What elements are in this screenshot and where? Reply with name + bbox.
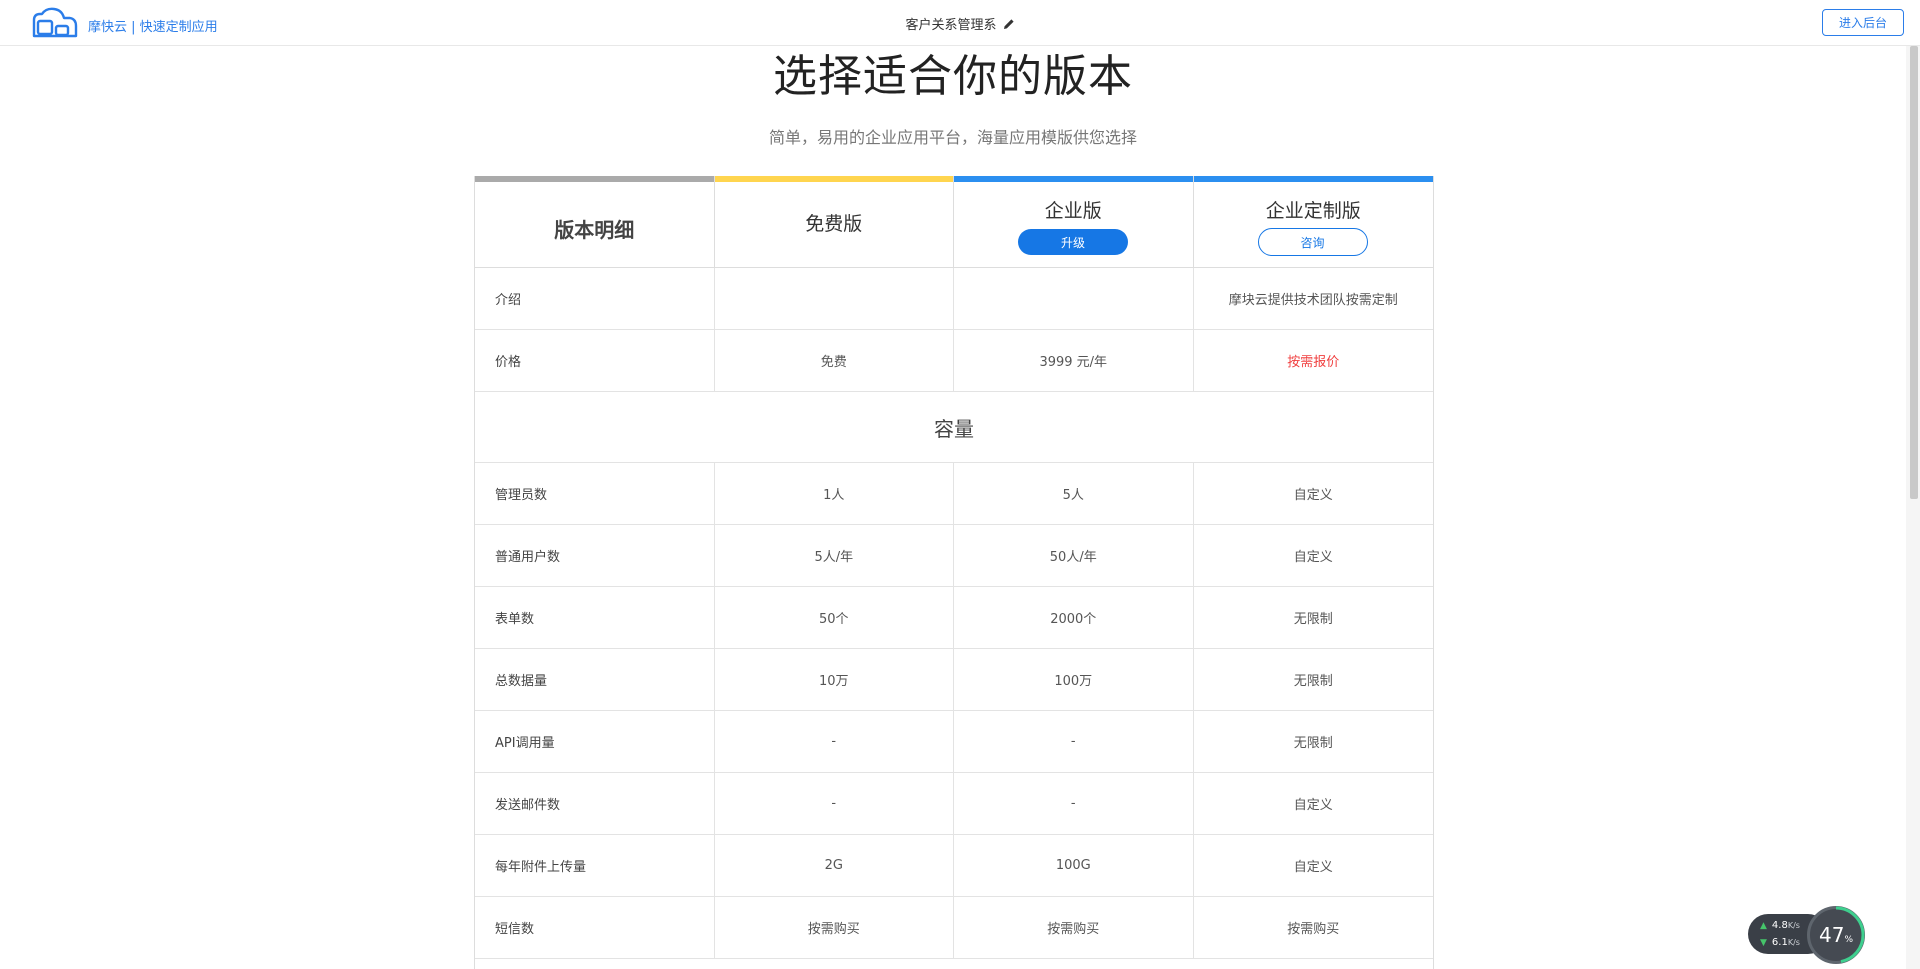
plan-details-label: 版本明细 (554, 218, 635, 242)
table-row: 管理员数 1人 5人 自定义 (475, 463, 1433, 525)
plan-color-bar (954, 176, 1193, 182)
free-value: - (715, 711, 955, 772)
custom-value: 自定义 (1293, 488, 1333, 503)
custom-value: 按需购买 (1287, 922, 1340, 937)
custom-value: 自定义 (1293, 860, 1333, 875)
plan-color-bar (475, 176, 714, 182)
plan-color-bar (714, 176, 953, 182)
custom-value: 自定义 (1293, 550, 1333, 565)
edit-pencil-icon[interactable] (1003, 18, 1015, 30)
free-value: 50个 (715, 587, 955, 648)
free-value: 10万 (715, 649, 955, 710)
app-title: 客户关系管理系 (0, 14, 1920, 33)
free-value: 1人 (715, 463, 955, 524)
custom-price-value: 按需报价 (1287, 355, 1340, 370)
enterprise-value: 5人 (954, 463, 1194, 524)
row-label: 每年附件上传量 (475, 835, 715, 896)
free-value: 按需购买 (715, 897, 955, 958)
upload-speed-unit: K/s (1787, 921, 1800, 930)
enterprise-value: - (954, 773, 1194, 834)
usage-percent: 47% (1810, 923, 1862, 947)
page-subtitle: 简单，易用的企业应用平台，海量应用模版供您选择 (768, 128, 1137, 147)
scrollbar-thumb[interactable] (1910, 46, 1918, 499)
memory-usage-gauge[interactable]: 47% (1807, 906, 1865, 964)
enterprise-value: 3999 元/年 (954, 330, 1194, 391)
row-label: 总数据量 (475, 649, 715, 710)
plan-header-enterprise: 企业版 升级 (954, 176, 1194, 267)
free-value: - (715, 773, 955, 834)
enterprise-value (954, 268, 1194, 329)
page-title: 选择适合你的版本 (773, 51, 1133, 102)
custom-value: 摩块云提供技术团队按需定制 (1228, 293, 1398, 308)
plan-custom-name: 企业定制版 (1265, 200, 1361, 222)
plan-header-free: 免费版 (714, 176, 954, 267)
row-label: 介绍 (475, 268, 715, 329)
enterprise-value: 100G (954, 835, 1194, 896)
plan-header-row: 版本明细 免费版 企业版 升级 企业定制版 咨询 (475, 176, 1433, 268)
enterprise-value: 50人/年 (954, 525, 1194, 586)
table-row: 总数据量 10万 100万 无限制 (475, 649, 1433, 711)
enterprise-value: - (954, 711, 1194, 772)
upload-speed-value: 4.8 (1771, 920, 1788, 931)
plan-enterprise-name: 企业版 (1044, 200, 1102, 222)
custom-value: 无限制 (1293, 674, 1333, 689)
table-row: 发送邮件数 - - 自定义 (475, 773, 1433, 835)
table-row: 短信数 按需购买 按需购买 按需购买 (475, 897, 1433, 959)
row-label: 表单数 (475, 587, 715, 648)
plan-free-name: 免费版 (805, 213, 863, 235)
free-value (715, 268, 955, 329)
row-label: 发送邮件数 (475, 773, 715, 834)
table-row: 每年附件上传量 2G 100G 自定义 (475, 835, 1433, 897)
plan-comparison-table: 版本明细 免费版 企业版 升级 企业定制版 咨询 介绍 摩块云提供技术团队按需定… (474, 176, 1434, 969)
table-row: 表单数 50个 2000个 无限制 (475, 587, 1433, 649)
download-arrow-icon: ▼ (1760, 938, 1767, 948)
row-label: 价格 (475, 330, 715, 391)
usage-percent-value: 47 (1818, 923, 1845, 947)
download-speed-value: 6.1 (1771, 937, 1788, 948)
row-label: 管理员数 (475, 463, 715, 524)
free-value: 2G (715, 835, 955, 896)
download-speed-unit: K/s (1787, 938, 1800, 947)
enter-admin-button[interactable]: 进入后台 (1822, 9, 1904, 36)
enterprise-value: 2000个 (954, 587, 1194, 648)
network-speed-widget[interactable]: ▲ 4.8K/s ▼ 6.1K/s 47% (1748, 906, 1866, 964)
plan-header-custom: 企业定制版 咨询 (1193, 176, 1433, 267)
table-row: API调用量 - - 无限制 (475, 711, 1433, 773)
row-label: 短信数 (475, 897, 715, 958)
plan-header-details: 版本明细 (475, 176, 715, 267)
upload-arrow-icon: ▲ (1760, 921, 1767, 931)
free-value: 免费 (715, 330, 955, 391)
upgrade-button[interactable]: 升级 (1018, 229, 1128, 255)
row-label: 普通用户数 (475, 525, 715, 586)
row-label: API调用量 (475, 711, 715, 772)
app-title-text[interactable]: 客户关系管理系 (905, 18, 996, 33)
consult-button[interactable]: 咨询 (1257, 228, 1368, 256)
table-row: 介绍 摩块云提供技术团队按需定制 (475, 268, 1433, 330)
table-row: 价格 免费 3999 元/年 按需报价 (475, 330, 1433, 392)
enterprise-value: 100万 (954, 649, 1194, 710)
usage-percent-unit: % (1844, 935, 1853, 945)
custom-value: 自定义 (1293, 798, 1333, 813)
plan-color-bar (1193, 176, 1433, 182)
free-value: 5人/年 (715, 525, 955, 586)
custom-value: 无限制 (1293, 736, 1333, 751)
download-speed: ▼ 6.1K/s (1760, 937, 1800, 948)
table-row: 普通用户数 5人/年 50人/年 自定义 (475, 525, 1433, 587)
upload-speed: ▲ 4.8K/s (1760, 920, 1800, 931)
enterprise-value: 按需购买 (954, 897, 1194, 958)
custom-value: 无限制 (1293, 612, 1333, 627)
capacity-section-title: 容量 (475, 392, 1433, 463)
